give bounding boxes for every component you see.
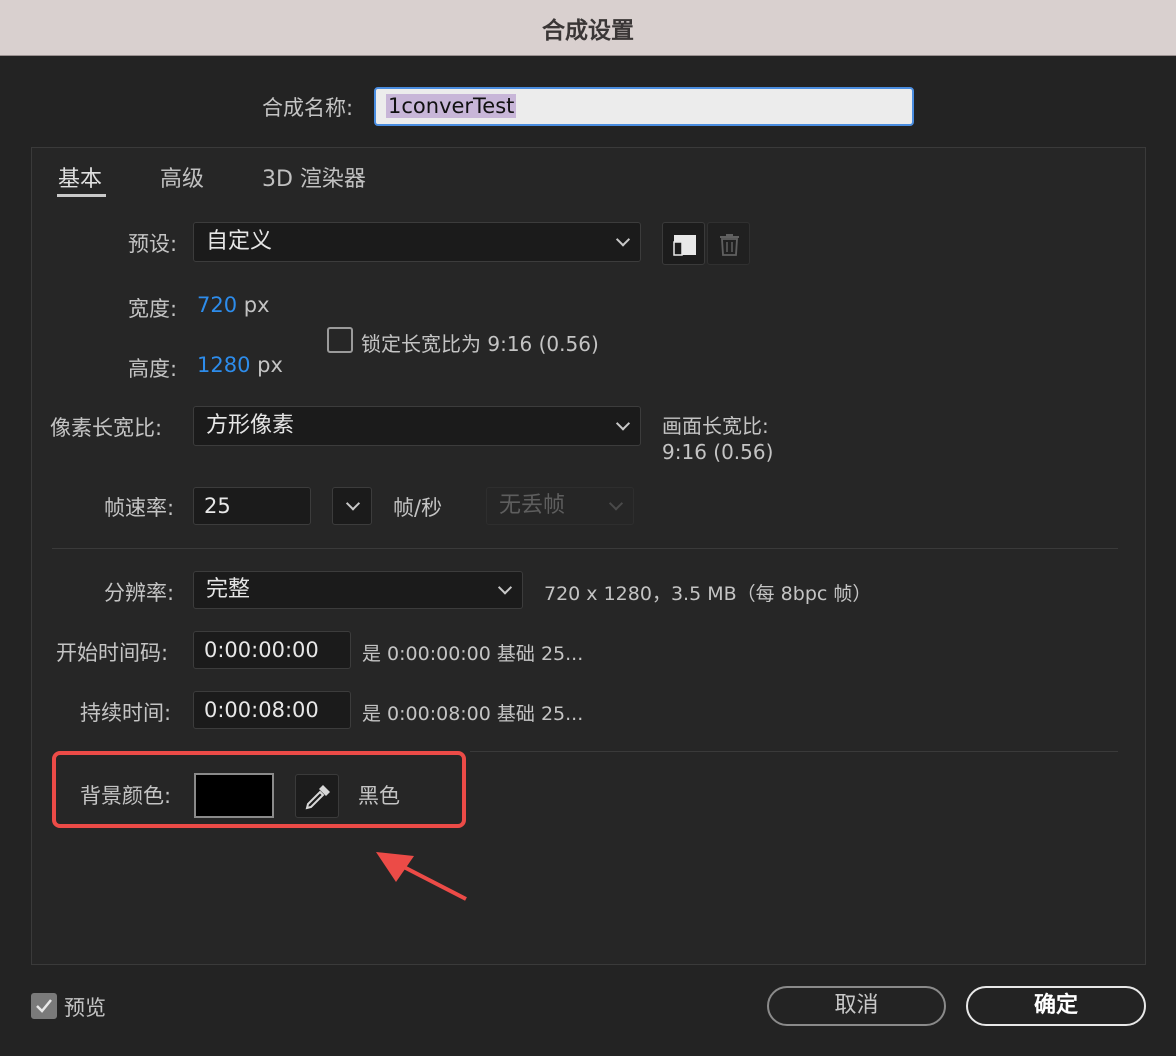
tab-3d-renderer[interactable]: 3D 渲染器: [262, 161, 366, 193]
height-value[interactable]: 1280: [197, 353, 250, 377]
lock-aspect-checkbox[interactable]: [327, 327, 353, 353]
preview-checkbox[interactable]: [31, 993, 57, 1019]
height-field[interactable]: 1280 px: [197, 353, 283, 377]
duration-label: 持续时间:: [80, 701, 172, 725]
frame-rate-input[interactable]: 25: [193, 487, 311, 525]
annotation-arrow: [376, 852, 467, 901]
chevron-down-icon: [497, 580, 513, 595]
preset-value: 自定义: [206, 229, 273, 254]
save-preset-icon: [673, 235, 696, 256]
divider: [470, 751, 1118, 752]
width-field[interactable]: 720 px: [197, 293, 270, 317]
tab-basic[interactable]: 基本: [58, 161, 102, 193]
window-title: 合成设置: [542, 18, 634, 44]
resolution-value: 完整: [206, 577, 251, 602]
width-unit: px: [243, 293, 270, 317]
ok-button[interactable]: 确定: [966, 986, 1146, 1026]
tab-advanced[interactable]: 高级: [160, 161, 204, 193]
pixel-aspect-label: 像素长宽比:: [50, 416, 163, 440]
start-timecode-info: 是 0:00:00:00 基础 25...: [362, 643, 584, 665]
resolution-info: 720 x 1280，3.5 MB（每 8bpc 帧）: [544, 583, 872, 605]
chevron-down-icon: [615, 416, 631, 431]
frame-aspect-label: 画面长宽比:: [662, 414, 769, 438]
title-bar[interactable]: 合成设置: [0, 0, 1176, 56]
lock-aspect-label: 锁定长宽比为 9:16 (0.56): [361, 332, 599, 356]
cancel-button[interactable]: 取消: [767, 986, 946, 1026]
height-unit: px: [257, 353, 283, 377]
chevron-down-icon: [345, 496, 361, 511]
comp-settings-dialog: 合成设置 合成名称: 1converTest 基本 高级 3D 渲染器 预设: …: [0, 0, 1176, 1056]
drop-frame-dropdown[interactable]: 无丢帧: [486, 487, 634, 525]
comp-name-input[interactable]: 1converTest: [374, 87, 914, 126]
width-value[interactable]: 720: [197, 293, 237, 317]
frame-aspect-value: 9:16 (0.56): [662, 440, 774, 464]
chevron-down-icon: [608, 496, 624, 511]
preset-dropdown[interactable]: 自定义: [193, 222, 641, 262]
start-timecode-label: 开始时间码:: [56, 641, 169, 665]
height-label: 高度:: [128, 357, 178, 381]
chevron-down-icon: [615, 232, 631, 247]
pixel-aspect-value: 方形像素: [206, 413, 295, 438]
comp-name-value: 1converTest: [386, 94, 517, 118]
preview-label: 预览: [64, 996, 106, 1020]
annotation-highlight-box: [52, 751, 466, 828]
delete-preset-button[interactable]: [707, 222, 750, 265]
divider: [52, 548, 1118, 549]
start-timecode-input[interactable]: 0:00:00:00: [193, 631, 351, 669]
active-tab-indicator: [57, 194, 106, 197]
frame-rate-dropdown[interactable]: [332, 487, 372, 525]
settings-panel: [31, 147, 1146, 965]
save-preset-button[interactable]: [662, 222, 705, 265]
width-label: 宽度:: [128, 297, 178, 321]
duration-info: 是 0:00:08:00 基础 25...: [362, 703, 584, 725]
checkmark-icon: [36, 999, 52, 1013]
resolution-label: 分辨率:: [104, 581, 175, 605]
trash-icon: [720, 234, 739, 256]
pixel-aspect-dropdown[interactable]: 方形像素: [193, 406, 641, 446]
frame-rate-unit: 帧/秒: [393, 496, 443, 520]
comp-name-label: 合成名称:: [262, 96, 354, 120]
duration-input[interactable]: 0:00:08:00: [193, 691, 351, 729]
frame-rate-label: 帧速率:: [104, 496, 175, 520]
preset-label: 预设:: [128, 232, 178, 256]
drop-frame-value: 无丢帧: [499, 493, 566, 518]
resolution-dropdown[interactable]: 完整: [193, 571, 523, 609]
